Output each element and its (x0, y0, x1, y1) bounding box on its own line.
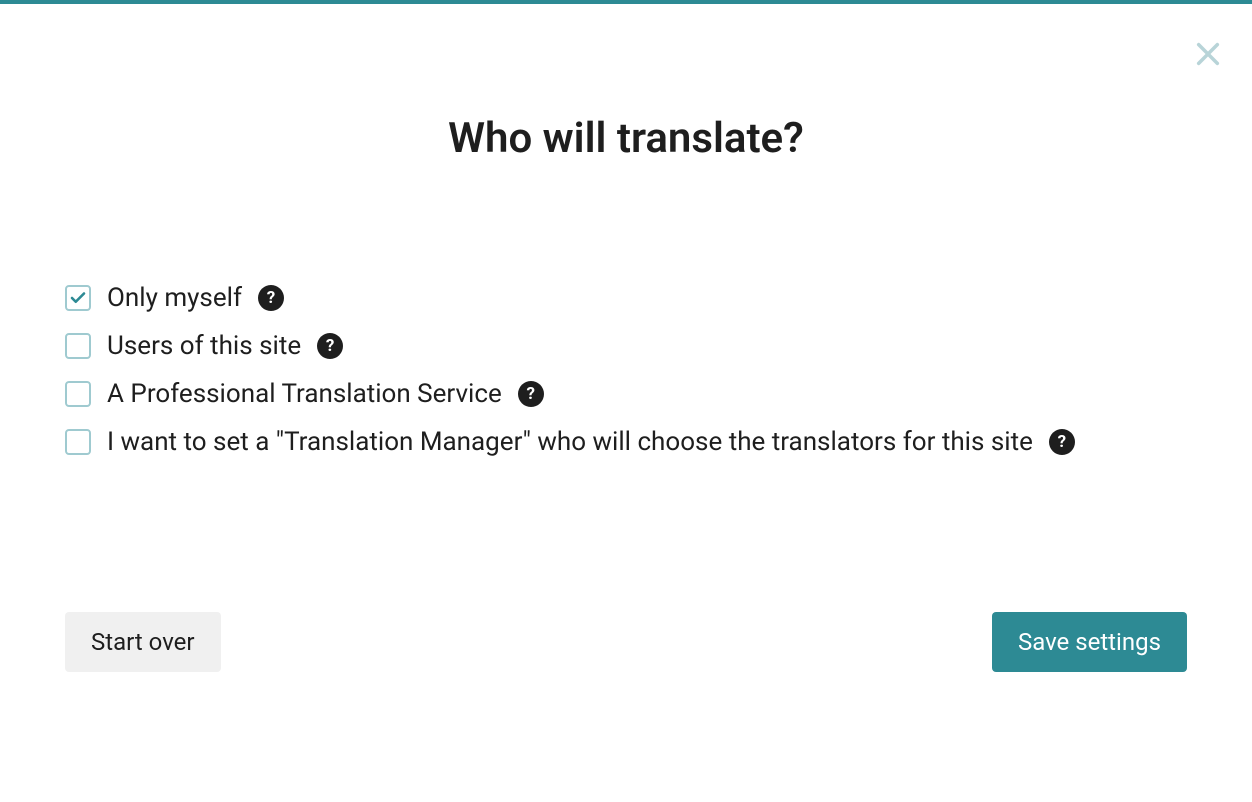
option-professional-service: A Professional Translation Service ? (65, 379, 1187, 409)
help-icon[interactable]: ? (518, 381, 544, 407)
option-only-myself: Only myself ? (65, 283, 1187, 313)
checkbox-only-myself[interactable] (65, 285, 91, 311)
option-label: A Professional Translation Service (107, 379, 502, 409)
option-translation-manager: I want to set a "Translation Manager" wh… (65, 427, 1187, 457)
option-label: Only myself (107, 283, 242, 313)
dialog-content: Who will translate? Only myself ? Users … (0, 4, 1252, 457)
option-users-of-site: Users of this site ? (65, 331, 1187, 361)
checkbox-professional-service[interactable] (65, 381, 91, 407)
check-icon (69, 289, 87, 307)
option-label: Users of this site (107, 331, 301, 361)
start-over-button[interactable]: Start over (65, 612, 221, 672)
options-list: Only myself ? Users of this site ? A Pro… (65, 283, 1187, 457)
close-button[interactable] (1194, 40, 1222, 68)
button-row: Start over Save settings (65, 612, 1187, 672)
checkbox-translation-manager[interactable] (65, 429, 91, 455)
dialog-title: Who will translate? (65, 114, 1187, 163)
save-settings-button[interactable]: Save settings (992, 612, 1187, 672)
help-icon[interactable]: ? (258, 285, 284, 311)
help-icon[interactable]: ? (317, 333, 343, 359)
option-label: I want to set a "Translation Manager" wh… (107, 427, 1033, 457)
checkbox-users-of-site[interactable] (65, 333, 91, 359)
help-icon[interactable]: ? (1049, 429, 1075, 455)
close-icon (1194, 53, 1222, 72)
